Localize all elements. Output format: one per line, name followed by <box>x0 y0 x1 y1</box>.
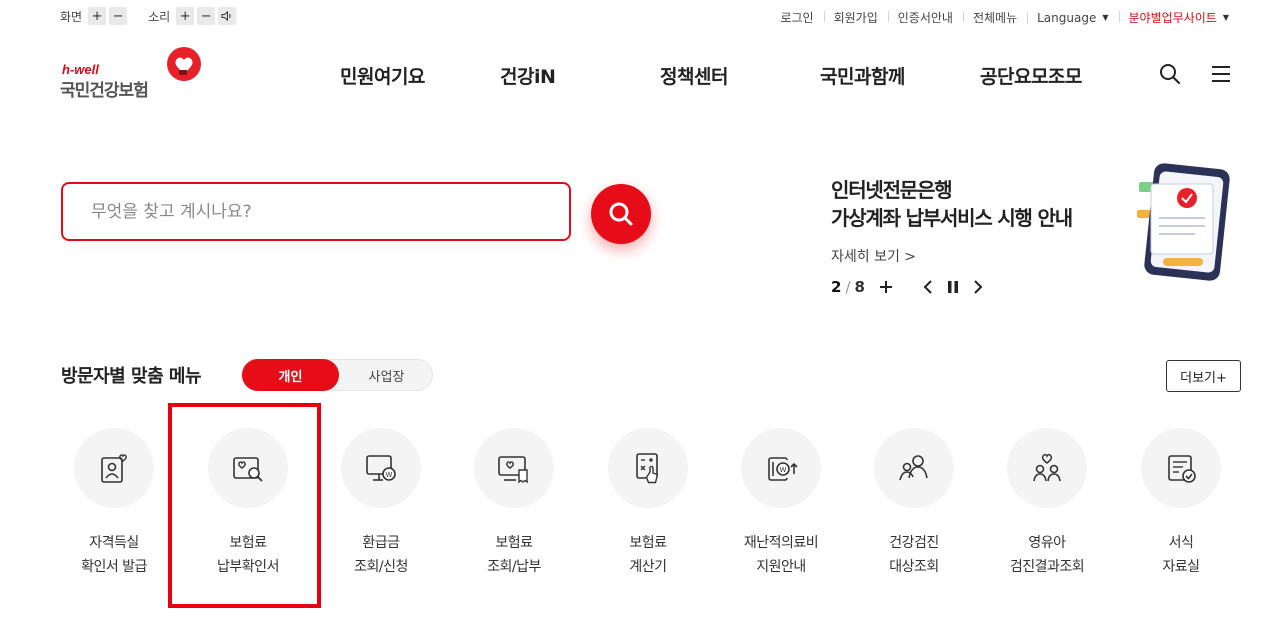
menu-item-qualification-certificate[interactable]: 자격득실 확인서 발급 <box>49 428 179 598</box>
menu-item-label-line1: 건강검진 <box>889 535 939 551</box>
menu-item-label-line1: 서식 <box>1168 535 1194 551</box>
search-button[interactable] <box>591 184 651 244</box>
highlight-box <box>168 403 321 608</box>
menu-item-label-line1: 환급금 <box>362 535 400 551</box>
menu-item-label-line1: 재난적의료비 <box>743 535 819 551</box>
screen-zoom-controls: 화면 + − <box>60 7 130 25</box>
search-icon[interactable] <box>1158 62 1182 86</box>
caret-down-icon: ▼ <box>1102 13 1109 22</box>
won-coin-up-icon: W <box>768 457 798 481</box>
menu-item-label-line2: 조회/신청 <box>354 559 408 575</box>
main-header: h-well 국민건강보험 민원여기요 건강iN 정책센터 국민과함께 공단요모… <box>0 34 1269 114</box>
nav-with-citizens[interactable]: 국민과함께 <box>820 62 905 89</box>
menu-item-infant-checkup-results[interactable]: 영유아 검진결과조회 <box>982 428 1112 598</box>
search-icon <box>609 202 633 226</box>
logo-tagline: h-well <box>62 62 99 77</box>
nav-policy-center[interactable]: 정책센터 <box>660 62 728 89</box>
search-box <box>61 182 571 241</box>
full-menu-link[interactable]: 전체메뉴 <box>962 9 1027 26</box>
menu-item-label-line2: 자료실 <box>1162 559 1200 575</box>
document-check-icon <box>1168 455 1196 483</box>
menu-item-label-line1: 영유아 <box>1028 535 1066 551</box>
people-group-icon <box>899 455 928 481</box>
menu-item-icon-wrap: W <box>341 428 421 508</box>
nav-health-in[interactable]: 건강iN <box>500 62 556 89</box>
sound-controls: 소리 + − <box>148 7 239 25</box>
menu-item-catastrophic-medical-support[interactable]: W 재난적의료비 지원안내 <box>716 428 846 598</box>
screen-label: 화면 <box>60 9 83 24</box>
banner-current-page: 2 <box>831 278 842 296</box>
banner-controls: 2 / 8 <box>831 278 983 296</box>
banner-prev-icon[interactable] <box>923 280 933 294</box>
certificate-guide-link[interactable]: 인증서안내 <box>887 9 963 26</box>
menu-item-icon-wrap <box>608 428 688 508</box>
nav-civil-service[interactable]: 민원여기요 <box>340 62 425 89</box>
language-select[interactable]: Language ▼ <box>1027 11 1118 25</box>
screen-zoom-out-button[interactable]: − <box>109 7 128 25</box>
tab-personal[interactable]: 개인 <box>242 359 339 391</box>
screen-zoom-in-button[interactable]: + <box>88 7 107 25</box>
menu-item-label-line2: 검진결과조회 <box>1009 559 1085 575</box>
monitor-heart-receipt-icon <box>498 456 528 484</box>
heart-logo-icon <box>167 47 201 81</box>
nhis-logo[interactable]: h-well 국민건강보험 <box>60 46 210 102</box>
menu-item-icon-wrap <box>1007 428 1087 508</box>
menu-item-label-line1: 보험료 <box>629 535 667 551</box>
svg-text:W: W <box>780 466 787 474</box>
language-label: Language <box>1037 10 1097 25</box>
menu-item-icon-wrap <box>474 428 554 508</box>
utility-bar: 화면 + − 소리 + − 로그인 회원가입 인증서안내 전체메뉴 Langua… <box>0 0 1269 34</box>
menu-item-label-line2: 확인서 발급 <box>81 559 147 575</box>
menu-item-icon-wrap <box>74 428 154 508</box>
menu-item-label-line2: 지원안내 <box>756 559 806 575</box>
more-button[interactable]: 더보기+ <box>1166 360 1241 392</box>
login-link[interactable]: 로그인 <box>770 9 823 26</box>
banner-plus-icon[interactable] <box>879 280 893 294</box>
menu-item-icon-wrap: W <box>741 428 821 508</box>
menu-item-label-line2: 대상조회 <box>889 559 939 575</box>
menu-item-premium-calculator[interactable]: 보험료 계산기 <box>583 428 713 598</box>
caret-down-icon: ▼ <box>1222 13 1229 22</box>
calculator-hand-icon <box>636 453 658 484</box>
banner-more-link[interactable]: 자세히 보기 > <box>831 246 916 266</box>
banner-page-separator: / <box>845 278 851 296</box>
sound-label: 소리 <box>148 9 171 24</box>
signup-link[interactable]: 회원가입 <box>823 9 888 26</box>
menu-item-forms-library[interactable]: 서식 자료실 <box>1116 428 1246 598</box>
menu-item-premium-inquiry-payment[interactable]: 보험료 조회/납부 <box>449 428 579 598</box>
banner-pause-icon[interactable] <box>947 280 959 294</box>
menu-item-icon-wrap <box>874 428 954 508</box>
banner-total-pages: 8 <box>854 278 865 296</box>
menu-item-refund-inquiry[interactable]: W 환급금 조회/신청 <box>316 428 446 598</box>
menu-item-label-line1: 보험료 <box>495 535 533 551</box>
monitor-won-icon: W <box>366 455 396 481</box>
custom-menu-title: 방문자별 맞춤 메뉴 <box>61 366 202 387</box>
accessibility-controls: 화면 + − 소리 + − <box>60 7 257 25</box>
logo-name: 국민건강보험 <box>60 81 149 101</box>
sound-down-button[interactable]: − <box>197 7 216 25</box>
person-heart-card-icon <box>101 454 127 483</box>
visitor-type-toggle: 개인 사업장 <box>241 359 433 391</box>
speaker-icon[interactable] <box>218 7 237 25</box>
menu-item-icon-wrap <box>1141 428 1221 508</box>
tab-business[interactable]: 사업장 <box>339 360 434 390</box>
menu-item-label-line2: 조회/납부 <box>487 559 541 575</box>
menu-item-label-line1: 자격득실 <box>89 535 139 551</box>
field-sites-label: 분야별업무사이트 <box>1128 11 1217 25</box>
sound-up-button[interactable]: + <box>176 7 195 25</box>
phone-payment-illustration-icon <box>1137 163 1230 281</box>
nav-about-nhis[interactable]: 공단요모조모 <box>980 62 1082 89</box>
parents-heart-icon <box>1033 453 1061 482</box>
banner-next-icon[interactable] <box>973 280 983 294</box>
top-links: 로그인 회원가입 인증서안내 전체메뉴 Language ▼ 분야별업무사이트 … <box>770 9 1239 26</box>
svg-text:W: W <box>386 471 393 479</box>
menu-item-health-checkup-target[interactable]: 건강검진 대상조회 <box>849 428 979 598</box>
menu-item-label-line2: 계산기 <box>629 559 667 575</box>
field-sites-select[interactable]: 분야별업무사이트 ▼ <box>1118 9 1239 26</box>
search-input[interactable] <box>63 184 569 239</box>
hamburger-menu-icon[interactable] <box>1209 62 1233 86</box>
